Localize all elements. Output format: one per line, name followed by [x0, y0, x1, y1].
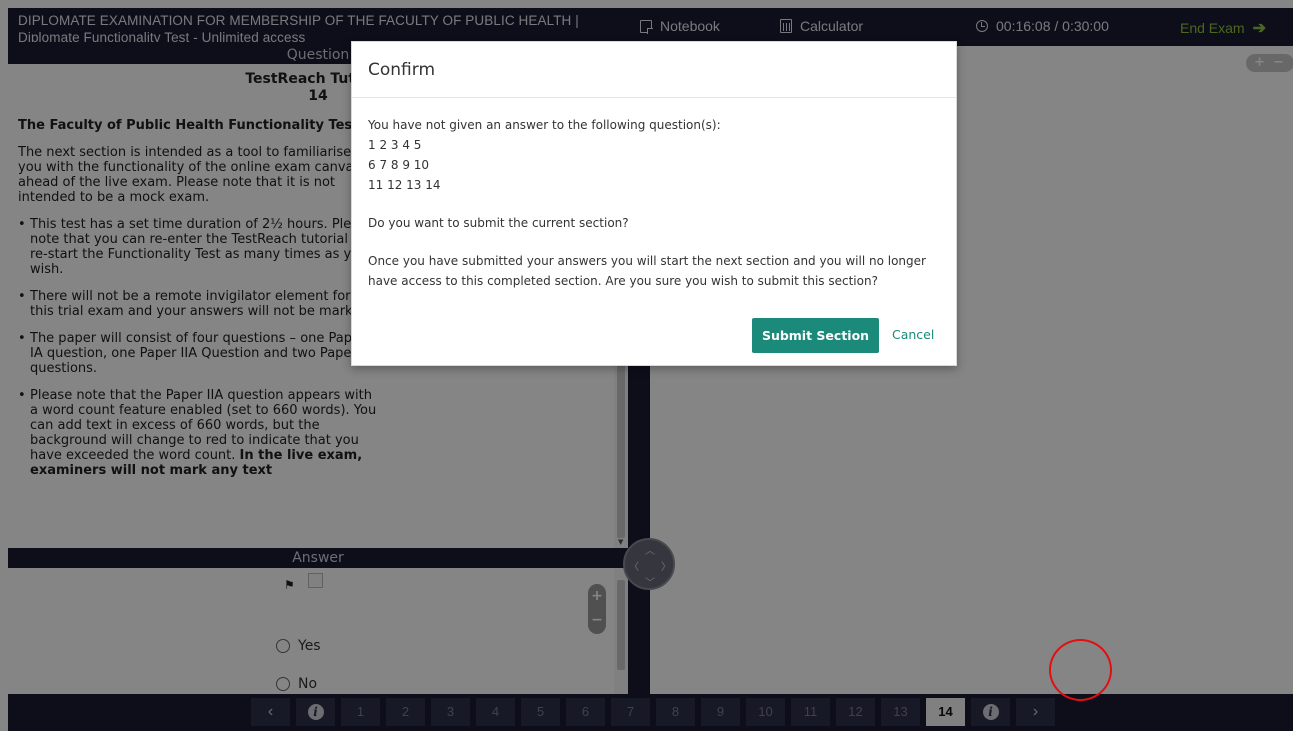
click-indicator	[1049, 639, 1112, 701]
unanswered-line-2: 6 7 8 9 10	[368, 158, 430, 172]
submit-section-button[interactable]: Submit Section	[752, 318, 879, 353]
cancel-button[interactable]: Cancel	[892, 327, 934, 342]
unanswered-line-1: 1 2 3 4 5	[368, 138, 422, 152]
submit-question: Do you want to submit the current sectio…	[368, 216, 629, 230]
warning-line-1: Once you have submitted your answers you…	[368, 254, 926, 268]
warning-line-2: have access to this completed section. A…	[368, 274, 878, 288]
dialog-body: You have not given an answer to the foll…	[352, 98, 956, 291]
confirm-dialog: Confirm You have not given an answer to …	[351, 41, 957, 366]
unanswered-line-3: 11 12 13 14	[368, 178, 441, 192]
unanswered-intro: You have not given an answer to the foll…	[368, 118, 721, 132]
dialog-title: Confirm	[352, 42, 956, 98]
